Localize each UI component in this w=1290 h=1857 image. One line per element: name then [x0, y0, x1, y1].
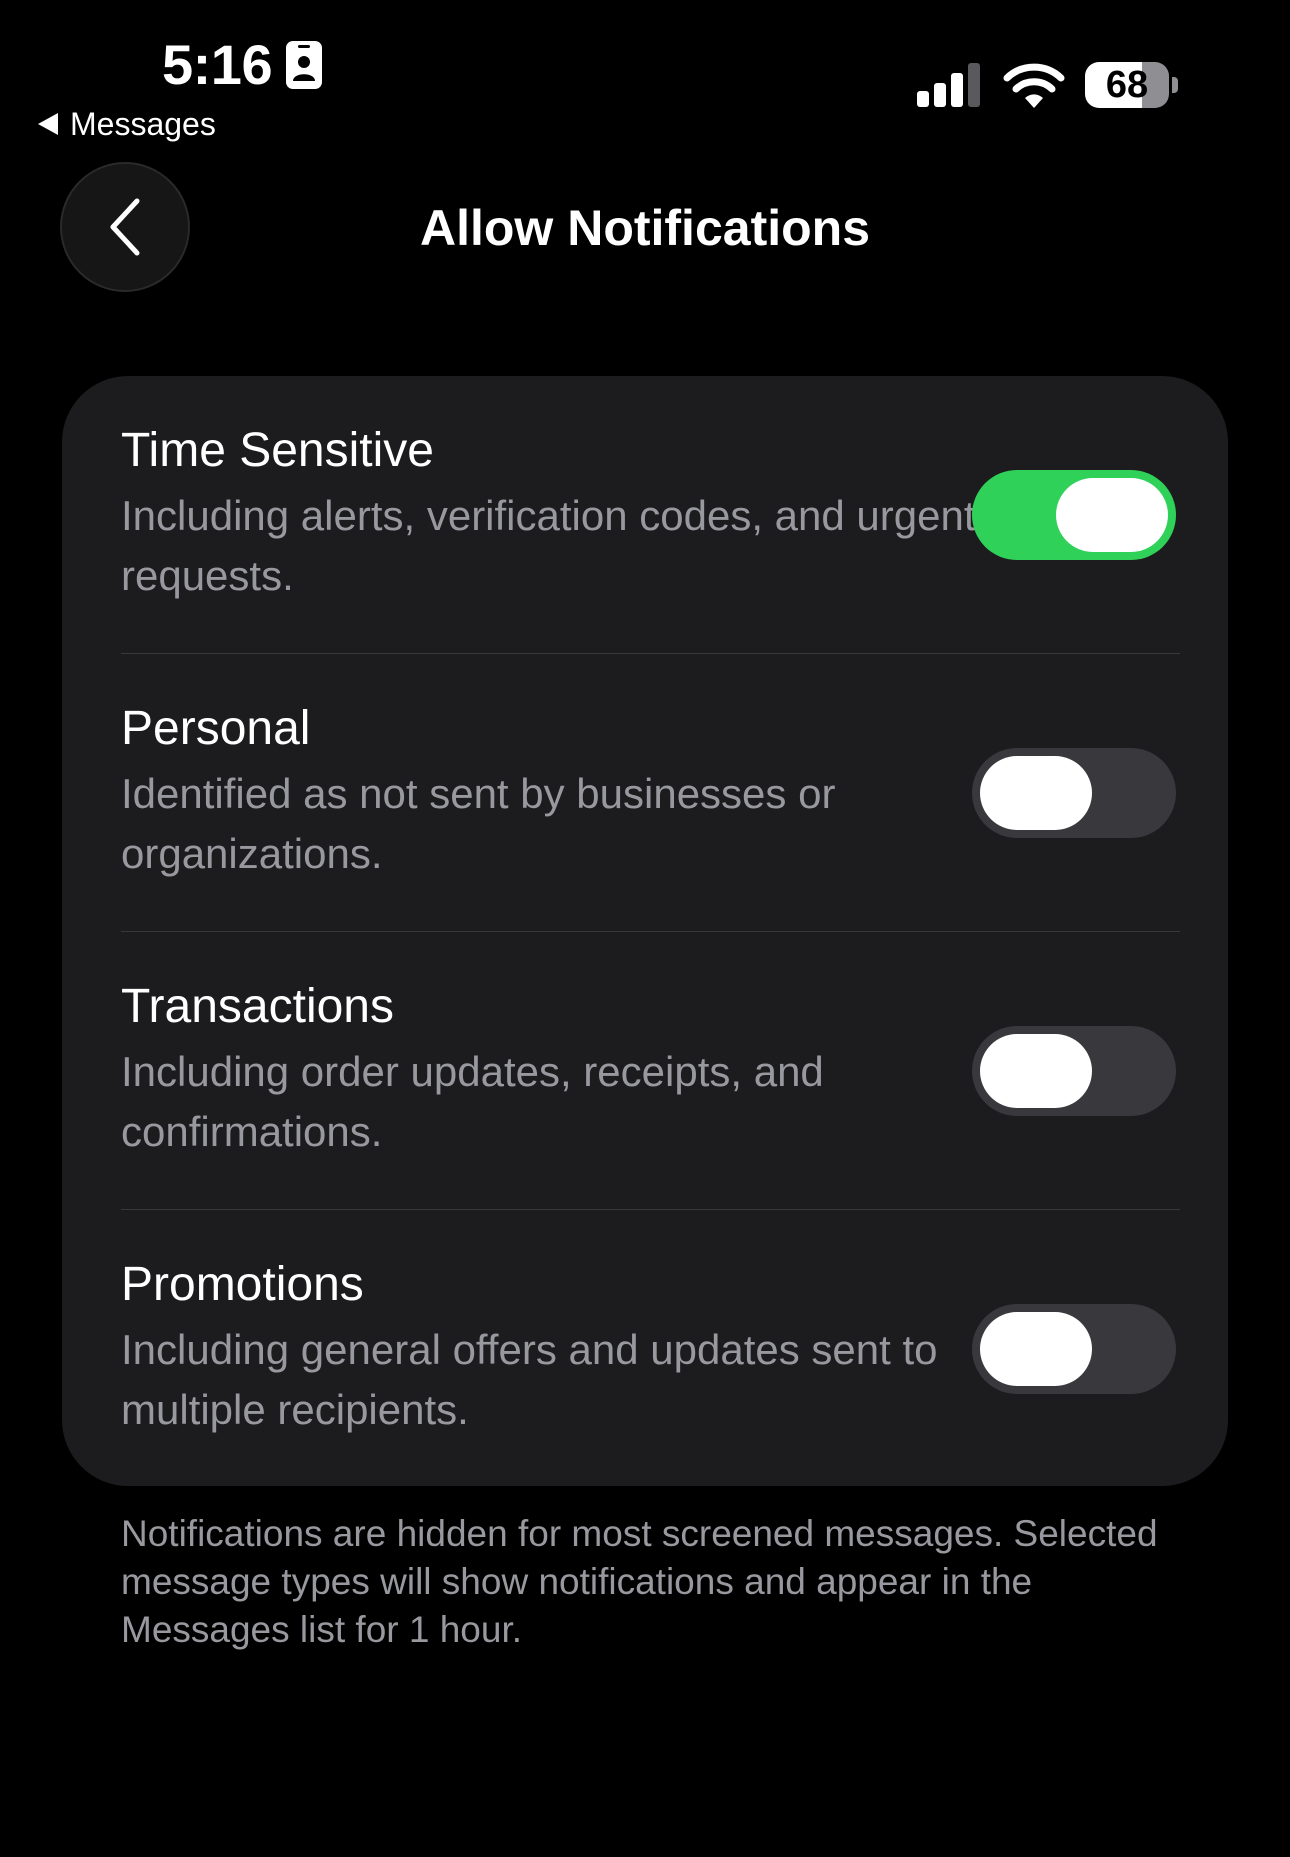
setting-row-time-sensitive: Time Sensitive Including alerts, verific… [62, 376, 1228, 654]
id-badge-icon [286, 41, 323, 89]
transactions-toggle[interactable] [972, 1026, 1176, 1116]
footer-note: Notifications are hidden for most screen… [121, 1513, 1158, 1650]
setting-title: Personal [121, 702, 311, 755]
setting-title: Promotions [121, 1258, 364, 1311]
toggle-knob [980, 1034, 1092, 1108]
toggle-knob [1056, 478, 1168, 552]
setting-description: Including general offers and updates sen… [121, 1326, 938, 1433]
setting-row-promotions: Promotions Including general offers and … [62, 1210, 1228, 1488]
promotions-toggle[interactable] [972, 1304, 1176, 1394]
personal-toggle[interactable] [972, 748, 1176, 838]
battery-cap [1172, 77, 1178, 93]
setting-row-personal: Personal Identified as not sent by busin… [62, 654, 1228, 932]
page-title: Allow Notifications [420, 200, 870, 256]
status-time: 5:16 [162, 30, 323, 100]
time-sensitive-toggle[interactable] [972, 470, 1176, 560]
status-time-text: 5:16 [162, 33, 273, 96]
back-to-app-link[interactable]: Messages [38, 102, 216, 146]
battery-indicator: 68 [1085, 62, 1178, 108]
toggle-knob [980, 756, 1092, 830]
toggle-knob [980, 1312, 1092, 1386]
setting-title: Time Sensitive [121, 424, 434, 477]
setting-description: Including order updates, receipts, and c… [121, 1048, 824, 1155]
setting-row-transactions: Transactions Including order updates, re… [62, 932, 1228, 1210]
status-indicators: 68 [917, 62, 1178, 108]
back-triangle-icon [38, 113, 58, 135]
notification-settings-card: Time Sensitive Including alerts, verific… [62, 376, 1228, 1486]
wifi-icon [1003, 63, 1065, 108]
setting-title: Transactions [121, 980, 394, 1033]
cellular-signal-icon [917, 63, 980, 107]
setting-description: Including alerts, verification codes, an… [121, 492, 976, 599]
battery-level: 68 [1085, 62, 1169, 108]
back-to-app-label: Messages [70, 106, 216, 142]
setting-description: Identified as not sent by businesses or … [121, 770, 836, 877]
